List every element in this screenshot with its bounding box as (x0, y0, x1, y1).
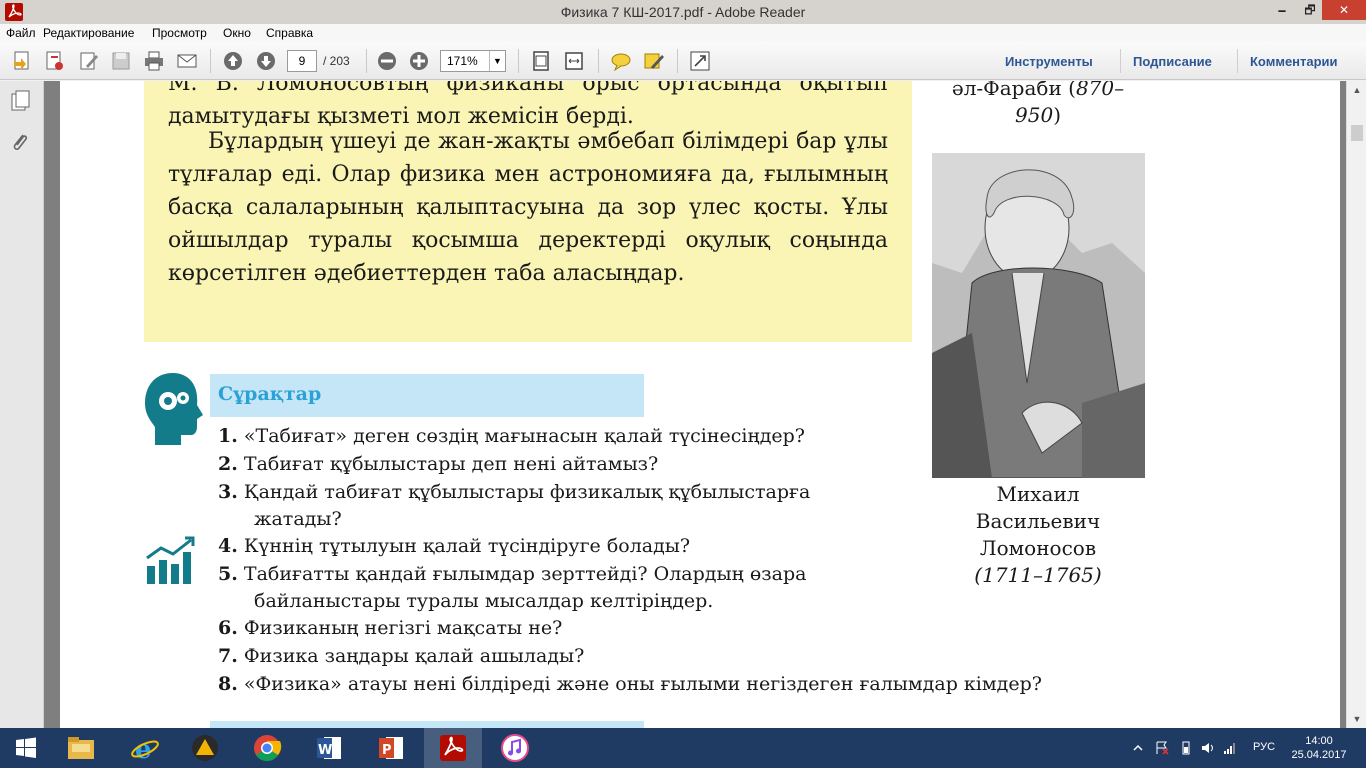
volume-icon[interactable] (1200, 740, 1216, 756)
scroll-up-icon[interactable]: ▲ (1347, 81, 1366, 99)
zoom-out-icon[interactable] (376, 50, 398, 72)
question-2: 2. Табиғат құбылыстары деп нені айтамыз? (218, 453, 659, 475)
adobe-reader-task[interactable] (424, 728, 482, 768)
scroll-thumb[interactable] (1351, 125, 1363, 141)
zoom-value: 171% (447, 54, 478, 68)
file-explorer-task[interactable] (52, 728, 110, 768)
powerpoint-icon: P (379, 737, 403, 759)
chevron-up-icon[interactable] (1130, 740, 1146, 756)
lomonosov-portrait (932, 153, 1145, 478)
taskbar: e W P РУС 14:00 25.04.2017 (0, 728, 1366, 768)
fit-width-icon[interactable] (563, 50, 585, 72)
chrome-icon (254, 735, 282, 762)
questions-title: Сұрақтар (218, 383, 322, 405)
close-button[interactable]: ✕ (1322, 0, 1366, 20)
question-1: 1. «Табиғат» деген сөздің мағынасын қала… (218, 425, 805, 447)
itunes-task[interactable] (486, 728, 544, 768)
print-icon[interactable] (143, 50, 165, 72)
menu-view[interactable]: Просмотр (152, 26, 207, 40)
scroll-down-icon[interactable]: ▼ (1347, 710, 1366, 728)
next-page-icon[interactable] (255, 50, 277, 72)
head-gears-icon (145, 373, 203, 445)
adobe-reader-icon (440, 735, 466, 761)
menu-help[interactable]: Справка (266, 26, 313, 40)
menu-bar: Файл Редактирование Просмотр Окно Справк… (0, 24, 1366, 42)
svg-text:e: e (135, 735, 152, 763)
toolbar: 9 / 203 171% ▼ Инструменты Подписание Ко… (0, 42, 1366, 80)
flag-icon[interactable] (1154, 740, 1170, 756)
window-title: Физика 7 КШ-2017.pdf - Adobe Reader (560, 4, 806, 20)
word-icon: W (317, 737, 341, 759)
itunes-icon (501, 734, 529, 762)
question-8: 8. «Физика» атауы нені білдіреді және он… (218, 673, 1042, 695)
full-screen-icon[interactable] (689, 50, 711, 72)
title-bar: Физика 7 КШ-2017.pdf - Adobe Reader 🗕 🗗 … (0, 0, 1366, 24)
internet-explorer-icon: e (131, 735, 159, 763)
farabi-caption: әл-Фараби (870– 950) (951, 81, 1125, 127)
word-task[interactable]: W (300, 728, 358, 768)
comment-icon[interactable] (610, 50, 632, 72)
menu-edit[interactable]: Редактирование (43, 26, 134, 40)
battery-icon[interactable] (1178, 740, 1194, 756)
page-number-input[interactable]: 9 (287, 50, 317, 72)
attachments-icon[interactable] (9, 131, 31, 155)
network-icon[interactable] (1222, 740, 1238, 756)
chrome-task[interactable] (238, 728, 296, 768)
windows-start-icon[interactable] (0, 728, 52, 768)
create-pdf-icon[interactable] (12, 50, 34, 72)
question-7: 7. Физика заңдары қалай ашылады? (218, 645, 585, 667)
maximize-button[interactable]: 🗗 (1296, 0, 1324, 20)
paragraph-2: Бұлардың үшеуі де жан-жақты әмбебап білі… (168, 129, 888, 286)
pdf-page: М. В. Ломоносовтың физиканы орыс ортасын… (60, 81, 1340, 728)
export-pdf-icon[interactable] (44, 50, 66, 72)
page-total: / 203 (323, 54, 350, 68)
lomonosov-caption: Михаил Васильевич Ломоносов (1711–1765) (974, 482, 1102, 587)
highlight-icon[interactable] (643, 50, 665, 72)
question-6: 6. Физиканың негізгі мақсаты не? (218, 617, 563, 639)
tools-link[interactable]: Инструменты (1005, 54, 1093, 69)
previous-page-icon[interactable] (222, 50, 244, 72)
powerpoint-task[interactable]: P (362, 728, 420, 768)
menu-window[interactable]: Окно (223, 26, 251, 40)
comments-link[interactable]: Комментарии (1250, 54, 1338, 69)
navigation-pane (0, 81, 44, 728)
sign-link[interactable]: Подписание (1133, 54, 1212, 69)
zoom-in-icon[interactable] (408, 50, 430, 72)
internet-explorer-task[interactable]: e (116, 728, 174, 768)
input-language[interactable]: РУС (1253, 741, 1275, 753)
zoom-select[interactable]: 171% ▼ (440, 50, 506, 72)
archive-app-task[interactable] (176, 728, 234, 768)
edit-pdf-icon[interactable] (78, 50, 100, 72)
svg-text:W: W (318, 743, 332, 758)
svg-text:P: P (382, 743, 392, 758)
vertical-scrollbar[interactable]: ▲ ▼ (1346, 81, 1366, 728)
folder-icon (68, 737, 94, 759)
page-thumbnails-icon[interactable] (9, 89, 31, 113)
chart-icon (146, 536, 195, 584)
save-icon[interactable] (110, 50, 132, 72)
email-icon[interactable] (176, 50, 198, 72)
next-section-bar (210, 721, 644, 728)
archive-icon (192, 735, 218, 761)
question-4: 4. Күннің тұтылуын қалай түсіндіруге бол… (218, 535, 691, 557)
fit-page-icon[interactable] (530, 50, 552, 72)
menu-file[interactable]: Файл (6, 26, 36, 40)
chevron-down-icon[interactable]: ▼ (489, 51, 505, 71)
clock[interactable]: 14:00 25.04.2017 (1290, 734, 1348, 762)
question-3: 3. Қандай табиғат құбылыстары физикалық … (218, 481, 811, 530)
minimize-button[interactable]: 🗕 (1268, 0, 1296, 20)
question-5: 5. Табиғатты қандай ғылымдар зерттейді? … (218, 563, 807, 612)
